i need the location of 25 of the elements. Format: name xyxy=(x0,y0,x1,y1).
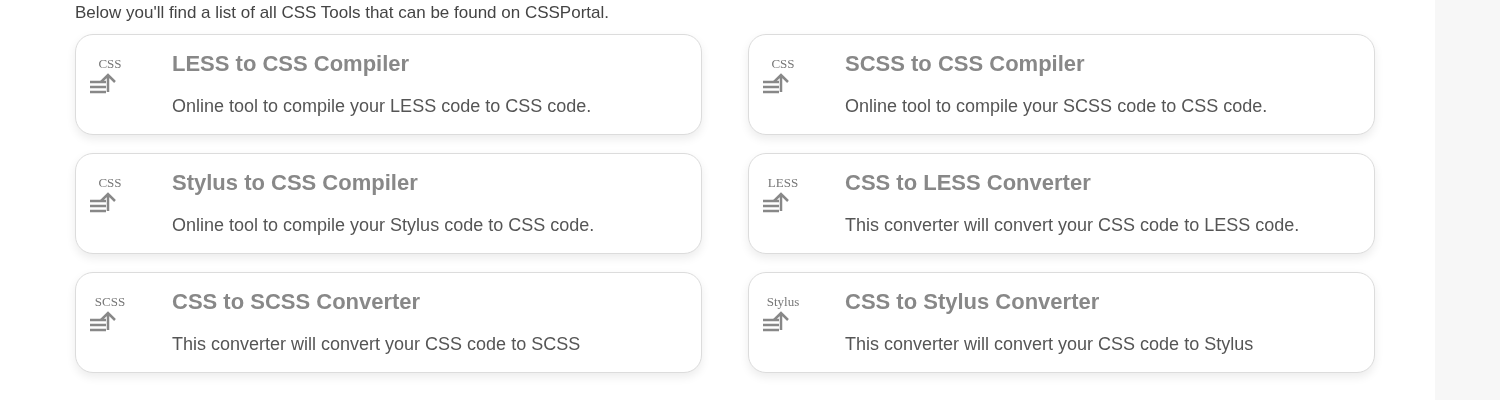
tool-format-label: Stylus xyxy=(765,295,801,308)
tool-description: Online tool to compile your SCSS code to CSS code. xyxy=(845,95,1268,118)
tool-description: Online tool to compile your Stylus code to CSS code. xyxy=(172,214,595,237)
tool-format-label: CSS xyxy=(97,176,123,189)
tool-title[interactable]: CSS to Stylus Converter xyxy=(845,287,1254,317)
tool-card[interactable]: LESS CSS to LESS Converter This converter will convert your CSS code to LESS code. xyxy=(748,153,1375,254)
tool-description: This converter will convert your CSS code to SCSS xyxy=(172,333,581,356)
tool-description: Online tool to compile your LESS code to CSS code. xyxy=(172,95,592,118)
tool-card[interactable]: CSS LESS to CSS Compiler Online tool to compile your LESS code to CSS code. xyxy=(75,34,702,135)
tool-card[interactable]: SCSS CSS to SCSS Converter This converter will convert your CSS code to SCSS xyxy=(75,272,702,373)
tool-format-label: CSS xyxy=(97,57,123,70)
tool-description: This converter will convert your CSS code to Stylus xyxy=(845,333,1254,356)
tool-format-label: CSS xyxy=(770,57,796,70)
intro-text: Below you'll find a list of all CSS Tools that can be found on CSSPortal. xyxy=(75,2,610,24)
tool-card[interactable]: CSS Stylus to CSS Compiler Online tool to compile your Stylus code to CSS code. xyxy=(75,153,702,254)
tool-card[interactable]: Stylus CSS to Stylus Converter This converter will convert your CSS code to Stylus xyxy=(748,272,1375,373)
tool-title[interactable]: CSS to SCSS Converter xyxy=(172,287,581,317)
tool-title[interactable]: LESS to CSS Compiler xyxy=(172,49,592,79)
tool-title[interactable]: CSS to LESS Converter xyxy=(845,168,1300,198)
tool-card[interactable]: CSS SCSS to CSS Compiler Online tool to compile your SCSS code to CSS code. xyxy=(748,34,1375,135)
tool-format-label: LESS xyxy=(766,176,800,189)
tool-title[interactable]: SCSS to CSS Compiler xyxy=(845,49,1268,79)
tool-title[interactable]: Stylus to CSS Compiler xyxy=(172,168,595,198)
tool-format-label: SCSS xyxy=(93,295,127,308)
tool-description: This converter will convert your CSS code to LESS code. xyxy=(845,214,1300,237)
